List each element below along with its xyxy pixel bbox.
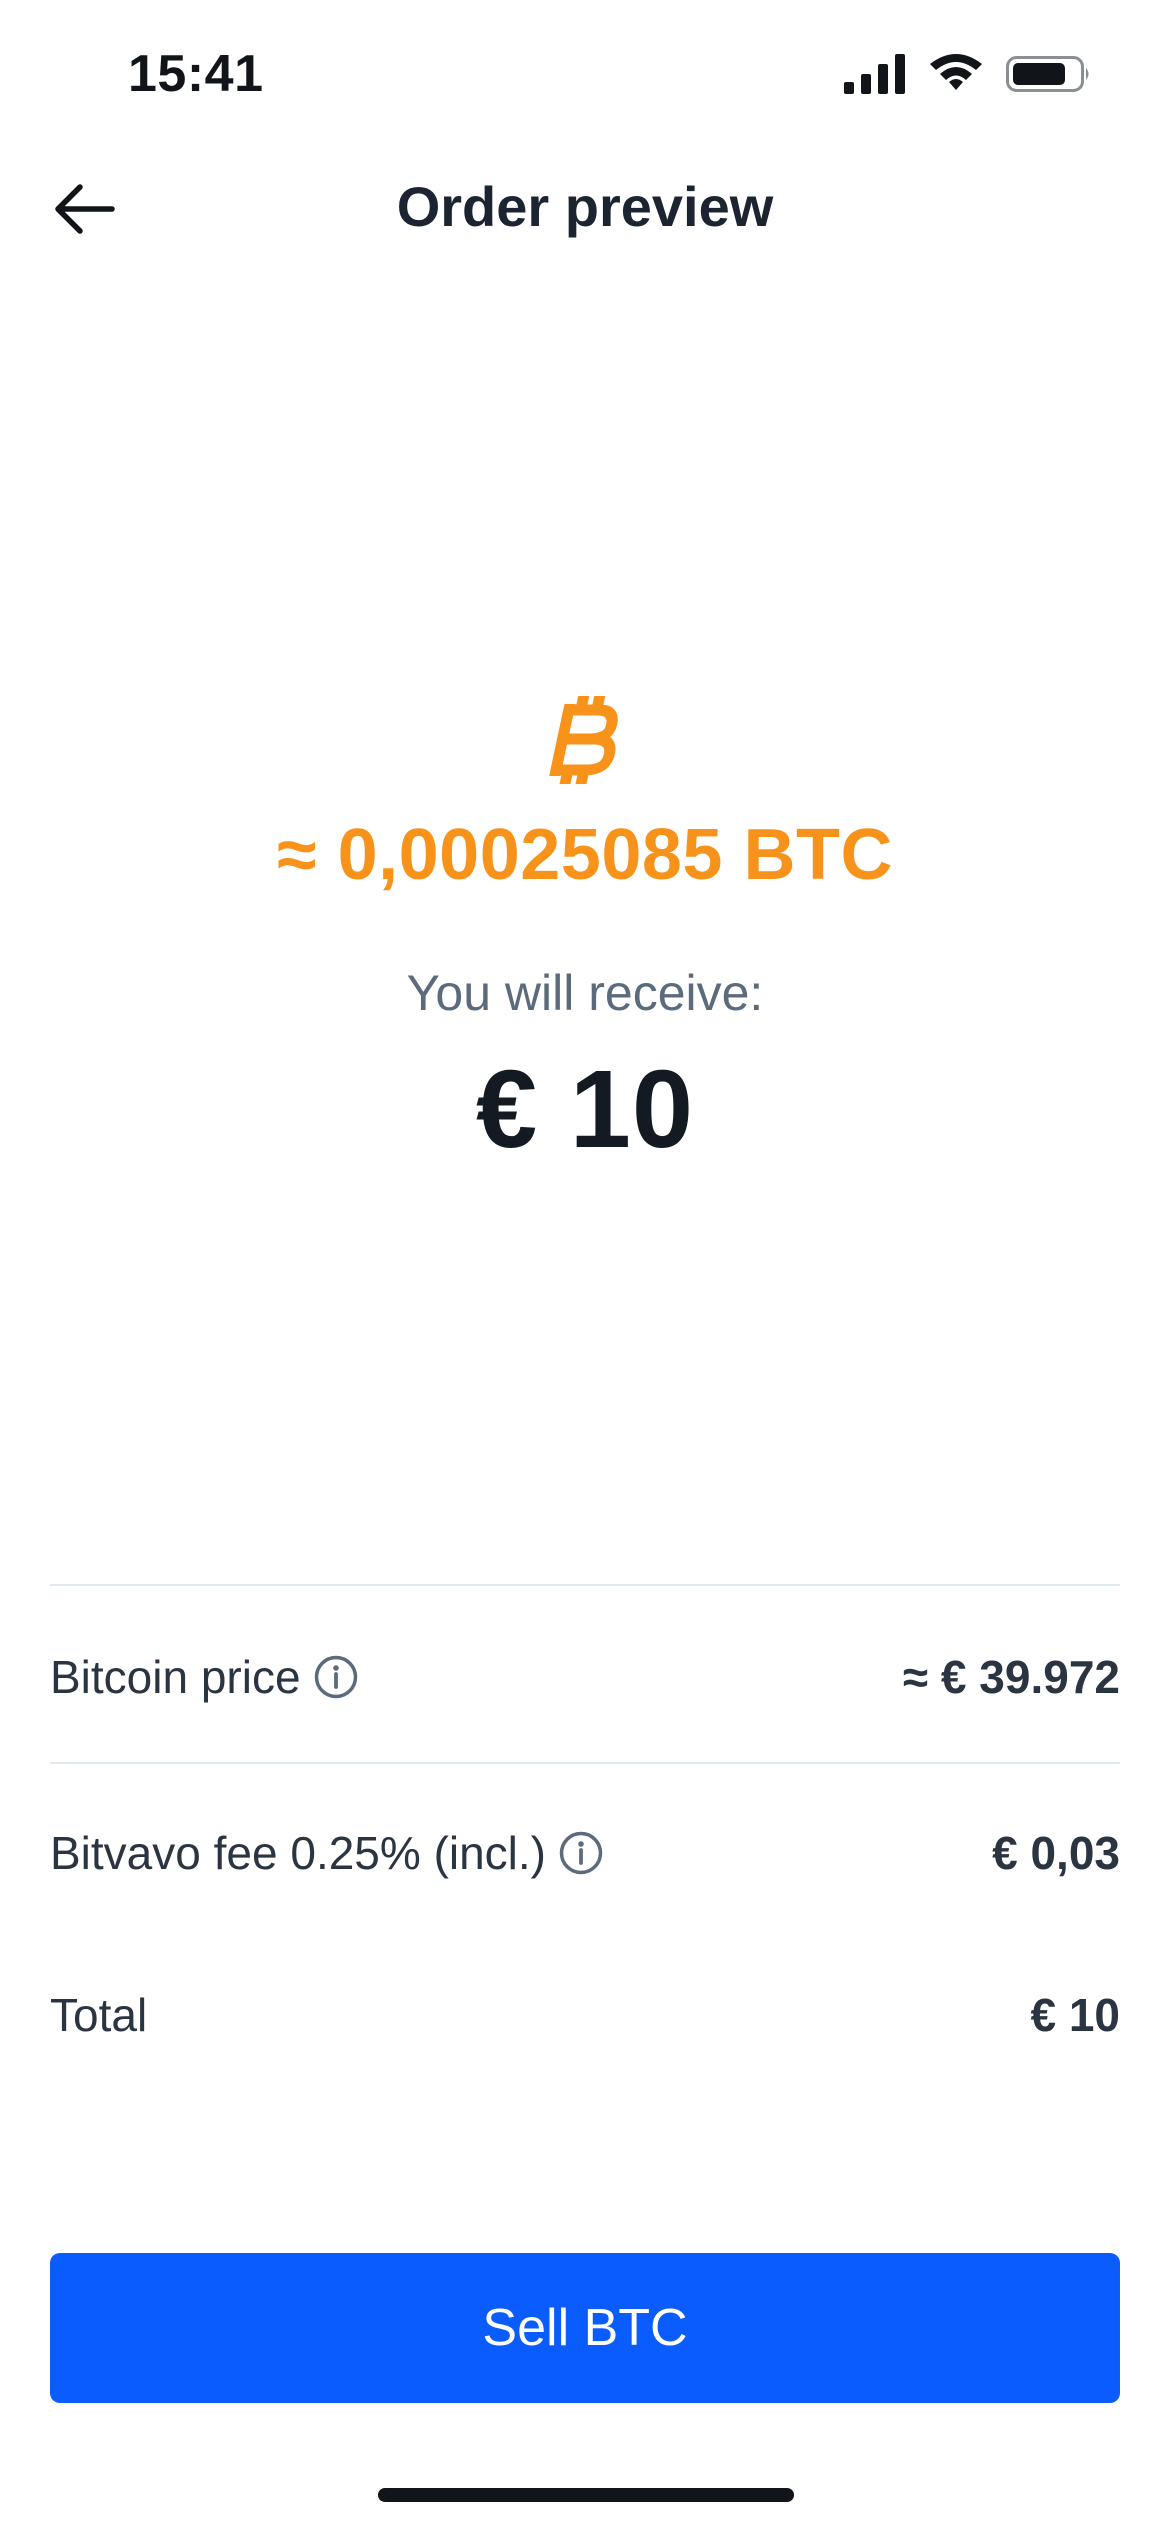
fee-row: Bitvavo fee 0.25% (incl.) € 0,03 [50,1813,1120,1893]
receive-label: You will receive: [406,965,764,1021]
btc-amount: ≈ 0,00025085 BTC [277,815,893,895]
battery-icon [1006,54,1092,99]
page-title: Order preview [396,175,774,238]
info-icon[interactable] [558,1830,604,1876]
receive-amount: € 10 [475,1048,695,1171]
total-label: Total [50,1989,148,2041]
order-summary-hero: ≈ 0,00025085 BTC You will receive: € 10 [0,690,1170,1173]
bitcoin-price-label: Bitcoin price [50,1651,301,1703]
header: Order preview [0,150,1170,270]
home-indicator [378,2488,794,2502]
bitcoin-icon [545,690,625,790]
status-icons [844,53,1092,99]
fee-label: Bitvavo fee 0.25% (incl.) [50,1827,547,1879]
wifi-icon [928,53,984,99]
bitcoin-price-value: ≈ € 39.972 [902,1651,1120,1703]
fee-value: € 0,03 [992,1827,1120,1879]
status-time: 15:41 [128,45,264,103]
signal-icon [844,53,906,99]
divider [50,1584,1120,1586]
status-bar: 15:41 [0,0,1170,150]
divider [50,1762,1120,1764]
bitcoin-price-row: Bitcoin price ≈ € 39.972 [50,1637,1120,1717]
total-row: Total € 10 [50,1975,1120,2055]
info-icon[interactable] [313,1654,359,1700]
sell-btc-button[interactable]: Sell BTC [50,2253,1120,2403]
total-value: € 10 [1030,1989,1120,2041]
